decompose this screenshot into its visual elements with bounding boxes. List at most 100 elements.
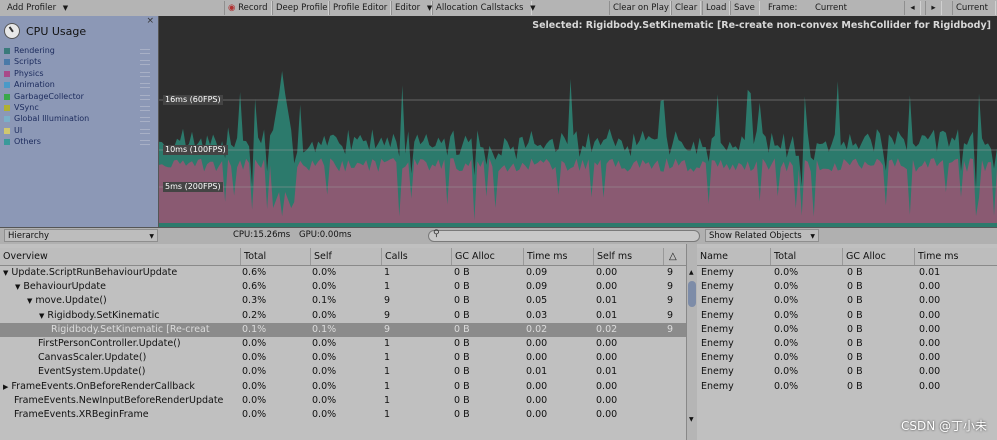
- clear-label: Clear: [675, 3, 698, 13]
- legend-item[interactable]: Physics: [4, 68, 154, 79]
- current-label: Current: [956, 3, 988, 13]
- legend-item[interactable]: VSync: [4, 102, 154, 113]
- legend-color-swatch[interactable]: [4, 48, 10, 54]
- legend-color-swatch[interactable]: [4, 127, 10, 134]
- table-row[interactable]: EventSystem.Update() 0.0% 0.0% 1 0 B 0.01 0.01: [0, 365, 686, 379]
- legend-color-swatch[interactable]: [4, 59, 10, 66]
- cell-time: 0.09: [526, 281, 548, 293]
- column-header-total[interactable]: Total: [240, 248, 310, 265]
- column-header-overview[interactable]: Overview: [0, 248, 240, 265]
- column-header-self-ms[interactable]: Self ms: [593, 248, 663, 265]
- record-button[interactable]: ◉ Record: [224, 1, 272, 15]
- table-row[interactable]: Enemy 0.0% 0 B 0.00: [697, 309, 997, 323]
- table-row[interactable]: Enemy 0.0% 0 B 0.00: [697, 365, 997, 379]
- expand-triangle-down-icon[interactable]: ▼: [39, 309, 44, 323]
- column-header-name[interactable]: Name: [697, 248, 770, 265]
- table-row[interactable]: CanvasScaler.Update() 0.0% 0.0% 1 0 B 0.00 0.0…: [0, 351, 686, 365]
- table-row[interactable]: Enemy 0.0% 0 B 0.00: [697, 323, 997, 337]
- drag-handle-icon[interactable]: [140, 94, 150, 100]
- table-row[interactable]: Enemy 0.0% 0 B 0.00: [697, 337, 997, 351]
- cpu-usage-chart[interactable]: Selected: Rigidbody.SetKinematic [Re-cre…: [159, 16, 997, 227]
- legend-item[interactable]: Rendering: [4, 45, 154, 56]
- column-header-gc-alloc[interactable]: GC Alloc: [842, 248, 914, 265]
- cell-selfms: 0.00: [596, 352, 618, 364]
- legend-item[interactable]: Scripts: [4, 56, 154, 67]
- table-row[interactable]: ▼ move.Update() 0.3% 0.1% 9 0 B 0.05 0.01 9: [0, 294, 686, 308]
- view-mode-dropdown[interactable]: Hierarchy ▼: [4, 229, 158, 242]
- current-frame-button[interactable]: Current: [952, 1, 996, 15]
- table-row[interactable]: FrameEvents.XRBeginFrame 0.0% 0.0% 1 0 B 0.00…: [0, 408, 686, 422]
- allocation-callstacks-dropdown[interactable]: Allocation Callstacks ▼: [432, 1, 536, 15]
- legend-color-swatch[interactable]: [4, 105, 10, 111]
- cell-name: Enemy: [701, 295, 734, 307]
- column-header-time-ms[interactable]: Time ms: [523, 248, 593, 265]
- editor-dropdown[interactable]: Editor ▼: [391, 1, 432, 15]
- sample-name: CanvasScaler.Update(): [38, 352, 147, 364]
- table-row[interactable]: Enemy 0.0% 0 B 0.01: [697, 266, 997, 280]
- legend-item[interactable]: UI: [4, 125, 154, 136]
- expand-triangle-down-icon[interactable]: ▼: [15, 280, 20, 294]
- scroll-up-icon[interactable]: ▲: [689, 269, 694, 276]
- column-header-warnings[interactable]: △: [663, 248, 686, 265]
- table-row[interactable]: ▼ Rigidbody.SetKinematic 0.2% 0.0% 9 0 B 0.03 0…: [0, 309, 686, 323]
- table-row[interactable]: FirstPersonController.Update() 0.0% 0.0% 1 0…: [0, 337, 686, 351]
- next-frame-button[interactable]: ▸: [925, 1, 942, 15]
- chevron-down-icon: ▼: [530, 4, 536, 12]
- drag-handle-icon[interactable]: [140, 83, 150, 89]
- cell-total: 0.0%: [242, 380, 267, 392]
- row-name-cell: ▶ FrameEvents.OnBeforeRenderCallback: [3, 380, 239, 394]
- deep-profile-button[interactable]: Deep Profile: [272, 1, 329, 15]
- table-row[interactable]: Enemy 0.0% 0 B 0.00: [697, 280, 997, 294]
- close-icon[interactable]: ×: [146, 16, 154, 26]
- legend-color-swatch[interactable]: [4, 93, 10, 100]
- legend-color-swatch[interactable]: [4, 70, 10, 77]
- legend-color-swatch[interactable]: [4, 82, 10, 89]
- scrollbar-thumb[interactable]: [688, 281, 696, 307]
- drag-handle-icon[interactable]: [140, 71, 150, 77]
- save-button[interactable]: Save: [730, 1, 760, 15]
- related-objects-dropdown[interactable]: Show Related Objects ▼: [705, 229, 819, 242]
- table-row[interactable]: Enemy 0.0% 0 B 0.00: [697, 380, 997, 394]
- column-header-gc-alloc[interactable]: GC Alloc: [451, 248, 523, 265]
- drag-handle-icon[interactable]: [140, 49, 150, 54]
- add-profiler-dropdown[interactable]: Add Profiler ▼: [4, 1, 154, 15]
- expand-triangle-down-icon[interactable]: ▼: [3, 266, 8, 280]
- expand-triangle-right-icon[interactable]: ▶: [3, 380, 8, 394]
- clear-button[interactable]: Clear: [671, 1, 701, 15]
- drag-handle-icon[interactable]: [140, 106, 150, 111]
- column-header-calls[interactable]: Calls: [381, 248, 451, 265]
- cell-time: 0.00: [919, 352, 941, 364]
- legend-item[interactable]: Animation: [4, 79, 154, 90]
- drag-handle-icon[interactable]: [140, 60, 150, 66]
- table-row[interactable]: Enemy 0.0% 0 B 0.00: [697, 351, 997, 365]
- expand-triangle-down-icon[interactable]: ▼: [27, 294, 32, 308]
- column-header-time-ms[interactable]: Time ms: [914, 248, 997, 265]
- legend-item[interactable]: GarbageCollector: [4, 91, 154, 102]
- clear-on-play-button[interactable]: Clear on Play: [609, 1, 671, 15]
- table-row[interactable]: Enemy 0.0% 0 B 0.00: [697, 294, 997, 308]
- prev-frame-button[interactable]: ◂: [904, 1, 921, 15]
- column-header-self[interactable]: Self: [310, 248, 381, 265]
- legend-item[interactable]: Others: [4, 136, 154, 147]
- chart-canvas[interactable]: [159, 16, 997, 227]
- table-row[interactable]: FrameEvents.NewInputBeforeRenderUpdate 0.…: [0, 394, 686, 408]
- drag-handle-icon[interactable]: [140, 128, 150, 134]
- cell-calls: 1: [384, 281, 391, 293]
- drag-handle-icon[interactable]: [140, 117, 150, 123]
- table-row[interactable]: ▶ FrameEvents.OnBeforeRenderCallback 0.0% 0…: [0, 380, 686, 394]
- legend-item[interactable]: Global Illumination: [4, 113, 154, 124]
- profile-editor-button[interactable]: Profile Editor: [329, 1, 391, 15]
- column-header-total[interactable]: Total: [770, 248, 842, 265]
- table-row[interactable]: ▼ BehaviourUpdate 0.6% 0.0% 1 0 B 0.09 0.00 9: [0, 280, 686, 294]
- cell-calls: 9: [384, 309, 391, 321]
- sample-name: move.Update(): [35, 295, 107, 307]
- drag-handle-icon[interactable]: [140, 140, 150, 146]
- table-row[interactable]: Rigidbody.SetKinematic [Re-creat 0.1% 0.1%…: [0, 322, 686, 337]
- scroll-down-icon[interactable]: ▼: [689, 416, 694, 423]
- search-input[interactable]: ⚲: [428, 229, 700, 242]
- load-button[interactable]: Load: [702, 1, 730, 15]
- cell-self: 0.0%: [312, 366, 337, 378]
- legend-color-swatch[interactable]: [4, 116, 10, 123]
- legend-color-swatch[interactable]: [4, 139, 10, 146]
- table-row[interactable]: ▼ Update.ScriptRunBehaviourUpdate 0.6% 0.0%…: [0, 266, 686, 280]
